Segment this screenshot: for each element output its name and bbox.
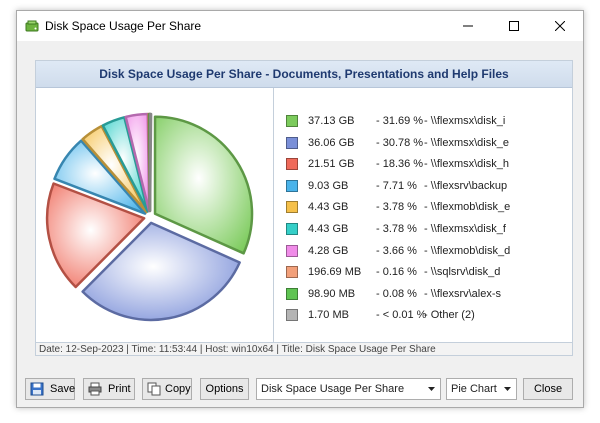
legend-percent: - 3.66 % — [376, 244, 417, 257]
report-select-value: Disk Space Usage Per Share — [261, 383, 405, 395]
legend-share: - Other (2) — [424, 309, 475, 322]
title-bar[interactable]: Disk Space Usage Per Share — [17, 11, 583, 41]
legend-percent: - 3.78 % — [376, 201, 417, 214]
legend-share: - \\flexsrv\backup — [424, 179, 508, 192]
close-window-button[interactable] — [537, 11, 583, 41]
legend-item: 196.69 MB - 0.16 % - \\sqlsrv\disk_d — [286, 264, 566, 280]
close-button-label: Close — [533, 383, 563, 395]
print-button[interactable]: Print — [83, 378, 135, 400]
legend-size: 37.13 GB — [308, 115, 355, 127]
copy-icon — [147, 382, 161, 396]
legend-share: - \\flexmsx\disk_e — [424, 136, 509, 149]
legend-item: 4.43 GB - 3.78 % - \\flexmsx\disk_f — [286, 221, 566, 237]
legend-item: 4.43 GB - 3.78 % - \\flexmob\disk_e — [286, 199, 566, 215]
pie-chart-area — [37, 89, 273, 343]
options-button[interactable]: Options — [200, 378, 249, 400]
legend-swatch — [286, 201, 298, 214]
legend-size: 98.90 MB — [308, 287, 356, 300]
legend-item: 9.03 GB - 7.71 % - \\flexsrv\backup — [286, 178, 566, 194]
legend-share: - \\flexmob\disk_e — [424, 201, 511, 214]
report-window: Disk Space Usage Per Share Disk Space Us… — [16, 10, 584, 408]
window-title: Disk Space Usage Per Share — [45, 19, 202, 33]
legend-swatch — [286, 244, 298, 257]
chart-type-select-value: Pie Chart — [451, 383, 497, 395]
legend-percent: - 31.69 % — [376, 115, 424, 127]
close-icon — [555, 21, 565, 31]
report-footer: Date: 12-Sep-2023 | Time: 11:53:44 | Hos… — [36, 342, 572, 355]
maximize-icon — [509, 21, 519, 31]
legend-share: - \\sqlsrv\disk_d — [424, 266, 501, 279]
maximize-button[interactable] — [491, 11, 537, 41]
copy-button[interactable]: Copy — [142, 378, 192, 400]
floppy-icon — [30, 382, 44, 396]
legend-share: - \\flexsrv\alex-s — [424, 287, 502, 300]
pie-chart — [45, 112, 254, 322]
report-title: Disk Space Usage Per Share - Documents, … — [36, 61, 572, 88]
legend-share: - \\flexmsx\disk_h — [424, 158, 509, 171]
legend-percent: - < 0.01 % — [376, 309, 427, 322]
minimize-button[interactable] — [445, 11, 491, 41]
legend-percent: - 0.08 % — [376, 287, 417, 300]
legend-size: 36.06 GB — [308, 136, 355, 149]
legend-size: 4.43 GB — [308, 223, 349, 235]
legend-size: 9.03 GB — [308, 179, 349, 192]
legend-item: 36.06 GB - 30.78 % - \\flexmsx\disk_e — [286, 135, 566, 151]
disk-icon — [25, 20, 39, 32]
copy-button-label: Copy — [165, 383, 191, 395]
divider — [273, 88, 274, 342]
printer-icon — [88, 382, 102, 396]
print-button-label: Print — [108, 383, 131, 395]
close-button[interactable]: Close — [523, 378, 573, 400]
legend-item: 98.90 MB - 0.08 % - \\flexsrv\alex-s — [286, 286, 566, 302]
legend-size: 4.43 GB — [308, 201, 349, 214]
legend-swatch — [286, 266, 298, 279]
legend-percent: - 3.78 % — [376, 223, 417, 235]
legend-swatch — [286, 223, 298, 235]
legend-swatch — [286, 136, 298, 149]
legend-share: - \\flexmob\disk_d — [424, 244, 511, 257]
chevron-down-icon — [428, 387, 435, 391]
legend-swatch — [286, 115, 298, 127]
report-panel: Disk Space Usage Per Share - Documents, … — [35, 60, 573, 356]
chart-type-select[interactable]: Pie Chart — [446, 378, 517, 400]
legend-share: - \\flexmsx\disk_f — [424, 223, 506, 235]
legend-swatch — [286, 287, 298, 300]
legend-swatch — [286, 179, 298, 192]
legend-item: 37.13 GB - 31.69 % - \\flexmsx\disk_i — [286, 113, 566, 129]
legend-percent: - 18.36 % — [376, 158, 424, 171]
legend-item: 1.70 MB - < 0.01 % - Other (2) — [286, 307, 566, 323]
legend-size: 196.69 MB — [308, 266, 362, 279]
legend-percent: - 30.78 % — [376, 136, 424, 149]
save-button-label: Save — [50, 383, 76, 395]
legend-size: 21.51 GB — [308, 158, 355, 171]
options-button-label: Options — [205, 383, 244, 395]
legend-share: - \\flexmsx\disk_i — [424, 115, 506, 127]
save-button[interactable]: Save — [25, 378, 75, 400]
legend-size: 1.70 MB — [308, 309, 349, 322]
legend-size: 4.28 GB — [308, 244, 349, 257]
chevron-down-icon — [504, 387, 511, 391]
legend-percent: - 0.16 % — [376, 266, 417, 279]
report-select[interactable]: Disk Space Usage Per Share — [256, 378, 441, 400]
legend-percent: - 7.71 % — [376, 179, 417, 192]
pie-slice — [148, 112, 153, 213]
legend-item: 21.51 GB - 18.36 % - \\flexmsx\disk_h — [286, 156, 566, 172]
legend-item: 4.28 GB - 3.66 % - \\flexmob\disk_d — [286, 243, 566, 259]
minimize-icon — [463, 25, 473, 27]
legend-swatch — [286, 309, 298, 322]
legend-swatch — [286, 158, 298, 171]
